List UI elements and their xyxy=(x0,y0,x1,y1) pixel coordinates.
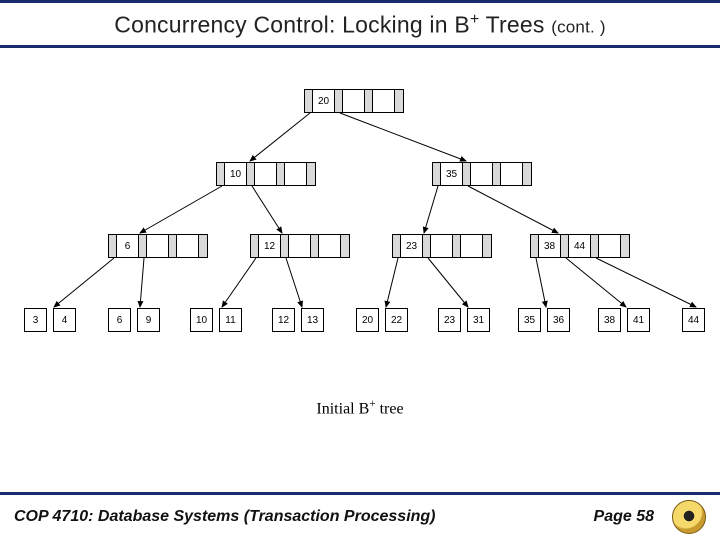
leaf-key: 41 xyxy=(627,308,650,332)
node-key-empty xyxy=(431,235,453,257)
node-ptr xyxy=(281,235,289,257)
leaf-key: 12 xyxy=(272,308,295,332)
leaf-key: 22 xyxy=(385,308,408,332)
node-ptr xyxy=(621,235,629,257)
tree-leaf: 35 36 xyxy=(518,308,570,332)
node-ptr xyxy=(247,163,255,185)
leaf-key: 3 xyxy=(24,308,47,332)
node-ptr xyxy=(531,235,539,257)
ucf-logo-icon xyxy=(672,500,706,534)
node-ptr xyxy=(311,235,319,257)
leaf-key: 38 xyxy=(598,308,621,332)
node-ptr xyxy=(523,163,531,185)
node-ptr xyxy=(251,235,259,257)
node-key-empty xyxy=(177,235,199,257)
node-key-empty xyxy=(599,235,621,257)
leaf-key: 9 xyxy=(137,308,160,332)
node-ptr xyxy=(433,163,441,185)
leaf-key: 13 xyxy=(301,308,324,332)
node-ptr xyxy=(139,235,147,257)
node-key: 44 xyxy=(569,235,591,257)
leaf-key: 11 xyxy=(219,308,242,332)
node-ptr xyxy=(277,163,285,185)
node-ptr xyxy=(365,90,373,112)
node-key-empty xyxy=(285,163,307,185)
node-ptr xyxy=(463,163,471,185)
tree-internal-node: 23 xyxy=(392,234,492,258)
node-key: 12 xyxy=(259,235,281,257)
node-ptr xyxy=(199,235,207,257)
tree-internal-node: 12 xyxy=(250,234,350,258)
node-key-empty xyxy=(471,163,493,185)
slide-title: Concurrency Control: Locking in B+ Trees… xyxy=(0,10,720,39)
leaf-key: 35 xyxy=(518,308,541,332)
node-ptr xyxy=(335,90,343,112)
footer-page: Page 58 xyxy=(594,508,654,526)
title-prefix: Concurrency Control: Locking in B xyxy=(114,12,470,38)
tree-leaf: 38 41 xyxy=(598,308,650,332)
node-ptr xyxy=(109,235,117,257)
node-ptr xyxy=(493,163,501,185)
tree-leaf: 3 4 xyxy=(24,308,76,332)
node-key-empty xyxy=(289,235,311,257)
node-key: 10 xyxy=(225,163,247,185)
node-ptr xyxy=(217,163,225,185)
node-key: 20 xyxy=(313,90,335,112)
node-ptr xyxy=(483,235,491,257)
leaf-key: 23 xyxy=(438,308,461,332)
node-key: 23 xyxy=(401,235,423,257)
title-suffix: Trees xyxy=(479,12,544,38)
leaf-key: 20 xyxy=(356,308,379,332)
footer-course: COP 4710: Database Systems (Transaction … xyxy=(14,508,594,526)
footer-rule xyxy=(0,492,720,495)
tree-internal-node: 10 xyxy=(216,162,316,186)
caption-prefix: Initial B xyxy=(316,400,369,417)
leaf-key: 31 xyxy=(467,308,490,332)
node-key-empty xyxy=(373,90,395,112)
node-key: 35 xyxy=(441,163,463,185)
tree-leaf: 6 9 xyxy=(108,308,160,332)
node-ptr xyxy=(395,90,403,112)
node-ptr xyxy=(393,235,401,257)
node-key-empty xyxy=(319,235,341,257)
tree-leaf: 20 22 xyxy=(356,308,408,332)
leaf-key: 36 xyxy=(547,308,570,332)
node-ptr xyxy=(341,235,349,257)
tree-leaf: 12 13 xyxy=(272,308,324,332)
tree-internal-node: 6 xyxy=(108,234,208,258)
diagram-caption: Initial B+ tree xyxy=(0,398,720,418)
tree-internal-node: 35 xyxy=(432,162,532,186)
caption-suffix: tree xyxy=(376,400,404,417)
tree-leaf: 44 xyxy=(682,308,705,332)
node-ptr xyxy=(561,235,569,257)
top-rule xyxy=(0,0,720,3)
slide-footer: COP 4710: Database Systems (Transaction … xyxy=(0,500,720,534)
leaf-key: 4 xyxy=(53,308,76,332)
node-key-empty xyxy=(343,90,365,112)
node-ptr xyxy=(453,235,461,257)
tree-root-node: 20 xyxy=(304,89,404,113)
title-underline xyxy=(0,45,720,48)
tree-leaf: 23 31 xyxy=(438,308,490,332)
node-ptr xyxy=(423,235,431,257)
btree-diagram: 20 10 35 6 12 xyxy=(0,55,720,375)
node-ptr xyxy=(305,90,313,112)
leaf-key: 10 xyxy=(190,308,213,332)
node-ptr xyxy=(169,235,177,257)
tree-leaf: 10 11 xyxy=(190,308,242,332)
node-key-empty xyxy=(147,235,169,257)
title-cont: (cont. ) xyxy=(551,18,606,37)
tree-internal-node: 38 44 xyxy=(530,234,630,258)
node-key-empty xyxy=(255,163,277,185)
node-ptr xyxy=(307,163,315,185)
leaf-key: 44 xyxy=(682,308,705,332)
node-key-empty xyxy=(501,163,523,185)
node-key: 38 xyxy=(539,235,561,257)
node-key: 6 xyxy=(117,235,139,257)
node-key-empty xyxy=(461,235,483,257)
node-ptr xyxy=(591,235,599,257)
leaf-key: 6 xyxy=(108,308,131,332)
